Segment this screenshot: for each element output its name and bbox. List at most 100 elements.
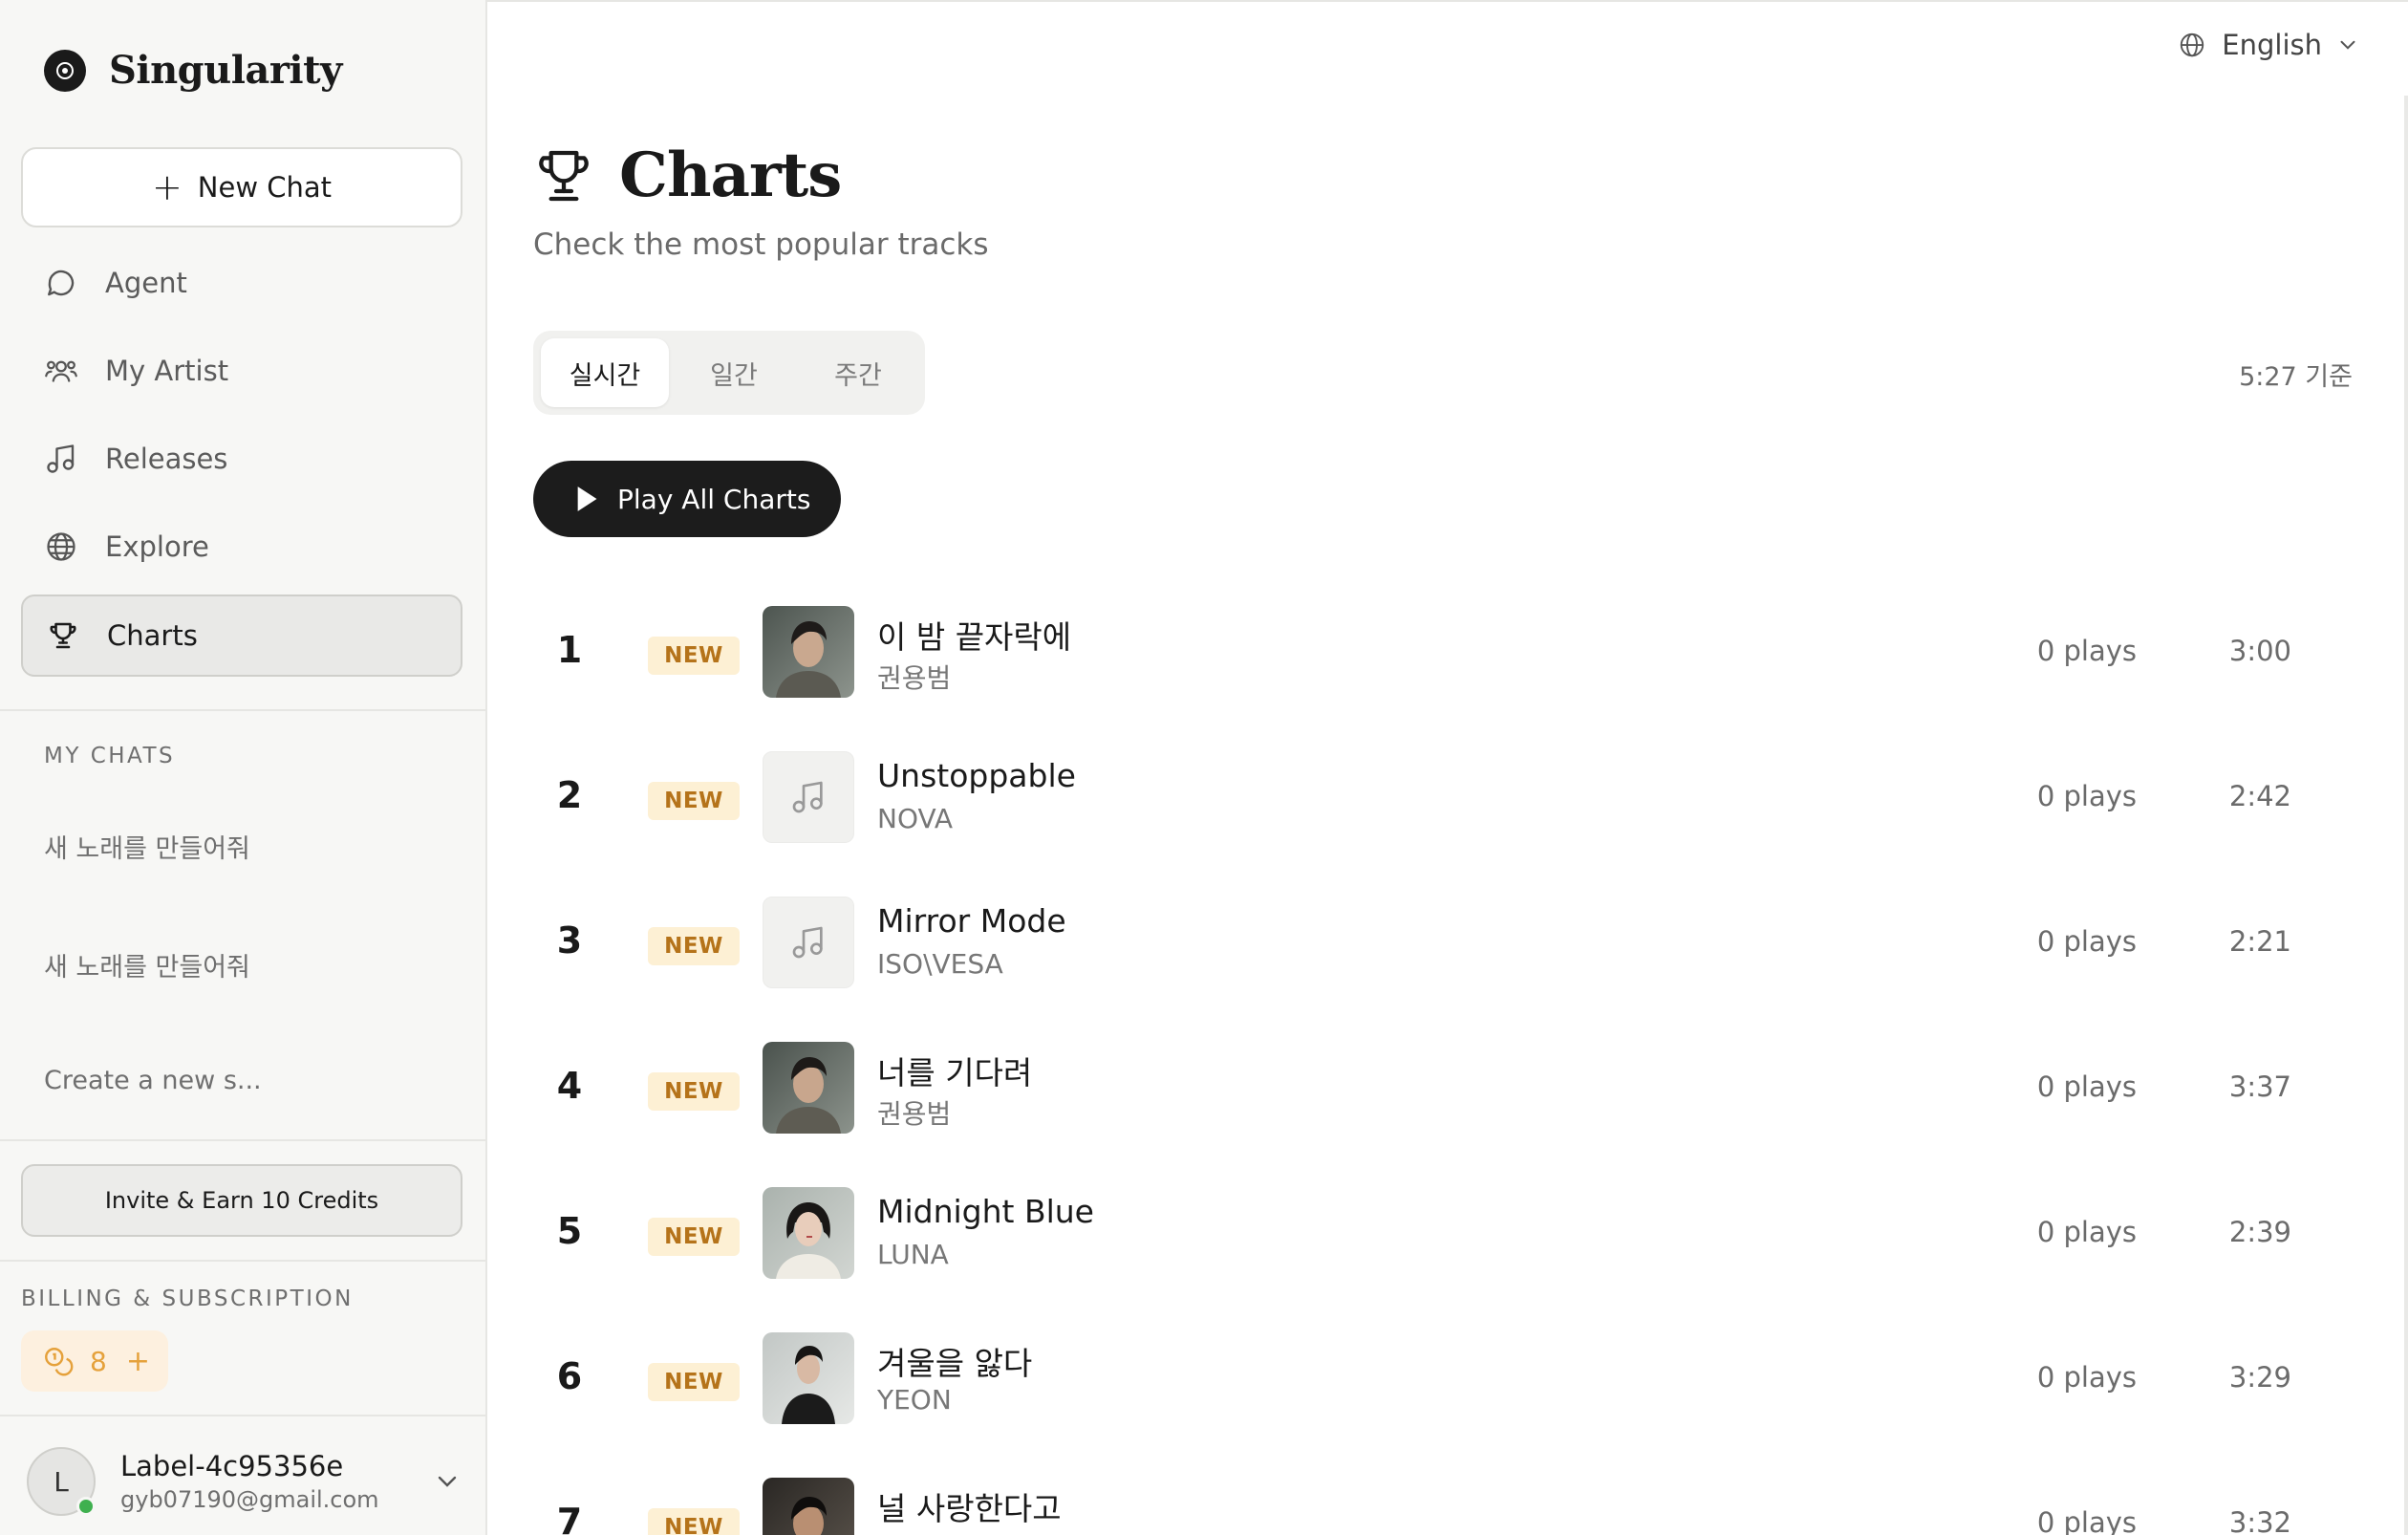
tab-weekly[interactable]: 주간 xyxy=(799,338,917,407)
track-plays: 0 plays xyxy=(2036,780,2137,812)
chart-row[interactable]: 3 NEW Mirror Mode ISO\VESA 0 plays 2:21 xyxy=(533,893,2330,998)
track-title[interactable]: 널 사랑한다고 xyxy=(877,1483,1062,1529)
chevron-down-icon[interactable] xyxy=(432,1466,462,1497)
track-title[interactable]: Midnight Blue xyxy=(877,1193,1094,1230)
track-title[interactable]: Unstoppable xyxy=(877,757,1076,794)
sidebar-item-label: Releases xyxy=(105,443,228,475)
chat-history-item[interactable]: 새 노래를 만들어줘 xyxy=(44,828,250,865)
credits-button[interactable]: 8 + xyxy=(21,1330,168,1392)
tab-realtime[interactable]: 실시간 xyxy=(541,338,669,407)
album-cover[interactable] xyxy=(763,897,854,988)
tab-daily[interactable]: 일간 xyxy=(669,338,799,407)
period-tabs: 실시간 일간 주간 xyxy=(533,331,925,415)
album-cover[interactable] xyxy=(763,1042,854,1134)
artist-photo xyxy=(763,1187,854,1279)
sidebar-item-my-artist[interactable]: My Artist xyxy=(21,330,462,412)
track-plays: 0 plays xyxy=(2036,1506,2137,1535)
sidebar-item-explore[interactable]: Explore xyxy=(21,506,462,588)
chart-row[interactable]: 6 NEW 겨울을 앓다 YEON 0 plays 3:29 xyxy=(533,1329,2330,1434)
chart-row[interactable]: 5 NEW Midnight Blue LUNA 0 plays 2:39 xyxy=(533,1183,2330,1288)
track-rank: 3 xyxy=(556,919,583,962)
track-artist[interactable]: ISO\VESA xyxy=(877,948,1003,980)
new-chat-button[interactable]: + New Chat xyxy=(21,147,462,227)
brand-name: Singularity xyxy=(109,48,342,93)
music-note-icon xyxy=(792,781,823,813)
language-selector[interactable]: English xyxy=(2178,29,2360,61)
track-rank: 5 xyxy=(556,1210,583,1252)
track-duration: 3:29 xyxy=(2228,1361,2291,1394)
track-duration: 3:32 xyxy=(2228,1506,2291,1535)
users-icon xyxy=(45,360,77,382)
user-info: Label-4c95356e gyb07190@gmail.com xyxy=(120,1450,379,1513)
sidebar-divider xyxy=(0,709,485,711)
new-badge: NEW xyxy=(648,1218,740,1256)
updated-time: 5:27 기준 xyxy=(2239,362,2353,392)
online-status-dot xyxy=(76,1497,96,1516)
track-duration: 2:39 xyxy=(2228,1216,2291,1248)
chart-row[interactable]: 1 NEW 이 밤 끝자락에 권용범 0 plays 3:00 xyxy=(533,602,2330,707)
track-plays: 0 plays xyxy=(2036,925,2137,958)
track-rank: 1 xyxy=(556,629,583,671)
track-title[interactable]: 이 밤 끝자락에 xyxy=(877,612,1071,658)
new-badge: NEW xyxy=(648,782,740,820)
chat-history-item[interactable]: 새 노래를 만들어줘 xyxy=(44,946,250,984)
language-label: English xyxy=(2222,29,2322,61)
sidebar-item-charts[interactable]: Charts xyxy=(21,595,462,677)
track-artist[interactable]: 권용범 xyxy=(877,658,951,696)
track-duration: 2:21 xyxy=(2228,925,2291,958)
scrollbar[interactable] xyxy=(2404,96,2408,1535)
album-cover[interactable] xyxy=(763,1478,854,1535)
globe-icon xyxy=(2181,32,2204,57)
album-cover[interactable] xyxy=(763,606,854,698)
chart-row[interactable]: 4 NEW 너를 기다려 권용범 0 plays 3:37 xyxy=(533,1038,2330,1143)
artist-photo xyxy=(763,606,854,698)
new-badge: NEW xyxy=(648,1508,740,1535)
credits-count: 8 xyxy=(90,1345,107,1377)
album-cover[interactable] xyxy=(763,751,854,843)
page-header: Charts xyxy=(533,140,842,211)
chevron-down-icon xyxy=(2340,40,2355,50)
new-badge: NEW xyxy=(648,1363,740,1401)
track-rank: 2 xyxy=(556,774,583,816)
sidebar-item-agent[interactable]: Agent xyxy=(21,242,462,324)
new-badge: NEW xyxy=(648,927,740,965)
sidebar-item-label: Agent xyxy=(105,267,187,299)
track-artist[interactable]: YEON xyxy=(877,1384,952,1416)
brand[interactable]: Singularity xyxy=(44,48,342,93)
page-subtitle: Check the most popular tracks xyxy=(533,227,989,262)
invite-earn-button[interactable]: Invite & Earn 10 Credits xyxy=(21,1164,462,1237)
music-note-icon xyxy=(47,444,75,473)
track-plays: 0 plays xyxy=(2036,635,2137,667)
play-all-button[interactable]: Play All Charts xyxy=(533,461,841,537)
user-account[interactable]: L Label-4c95356e gyb07190@gmail.com xyxy=(27,1443,466,1520)
album-cover[interactable] xyxy=(763,1187,854,1279)
chat-history-item[interactable]: Create a new s... xyxy=(44,1066,262,1095)
chart-row[interactable]: 2 NEW Unstoppable NOVA 0 plays 2:42 xyxy=(533,747,2330,853)
music-note-icon xyxy=(792,926,823,959)
top-border xyxy=(487,0,2408,2)
sidebar-item-label: My Artist xyxy=(105,355,229,387)
billing-heading: BILLING & SUBSCRIPTION xyxy=(21,1286,354,1311)
sidebar-item-releases[interactable]: Releases xyxy=(21,418,462,500)
new-chat-label: New Chat xyxy=(197,171,333,204)
globe-icon xyxy=(47,532,75,561)
track-artist[interactable]: LUNA xyxy=(877,1239,949,1270)
avatar: L xyxy=(27,1447,96,1516)
chart-row[interactable]: 7 NEW 널 사랑한다고 0 plays 3:32 xyxy=(533,1474,2330,1535)
track-title[interactable]: 너를 기다려 xyxy=(877,1048,1032,1093)
coins-icon xyxy=(45,1348,74,1376)
track-rank: 6 xyxy=(556,1355,583,1397)
page-title: Charts xyxy=(619,140,842,211)
track-title[interactable]: 겨울을 앓다 xyxy=(877,1338,1032,1384)
track-artist[interactable]: 권용범 xyxy=(877,1093,951,1132)
artist-photo xyxy=(763,1042,854,1134)
track-artist[interactable]: NOVA xyxy=(877,803,953,834)
new-badge: NEW xyxy=(648,1072,740,1111)
track-duration: 3:37 xyxy=(2228,1070,2291,1103)
sidebar: Singularity + New Chat Agent My Artist R… xyxy=(0,0,487,1535)
avatar-initial: L xyxy=(54,1465,69,1498)
album-cover[interactable] xyxy=(763,1332,854,1424)
track-title[interactable]: Mirror Mode xyxy=(877,902,1066,940)
track-plays: 0 plays xyxy=(2036,1361,2137,1394)
play-all-label: Play All Charts xyxy=(617,483,811,515)
